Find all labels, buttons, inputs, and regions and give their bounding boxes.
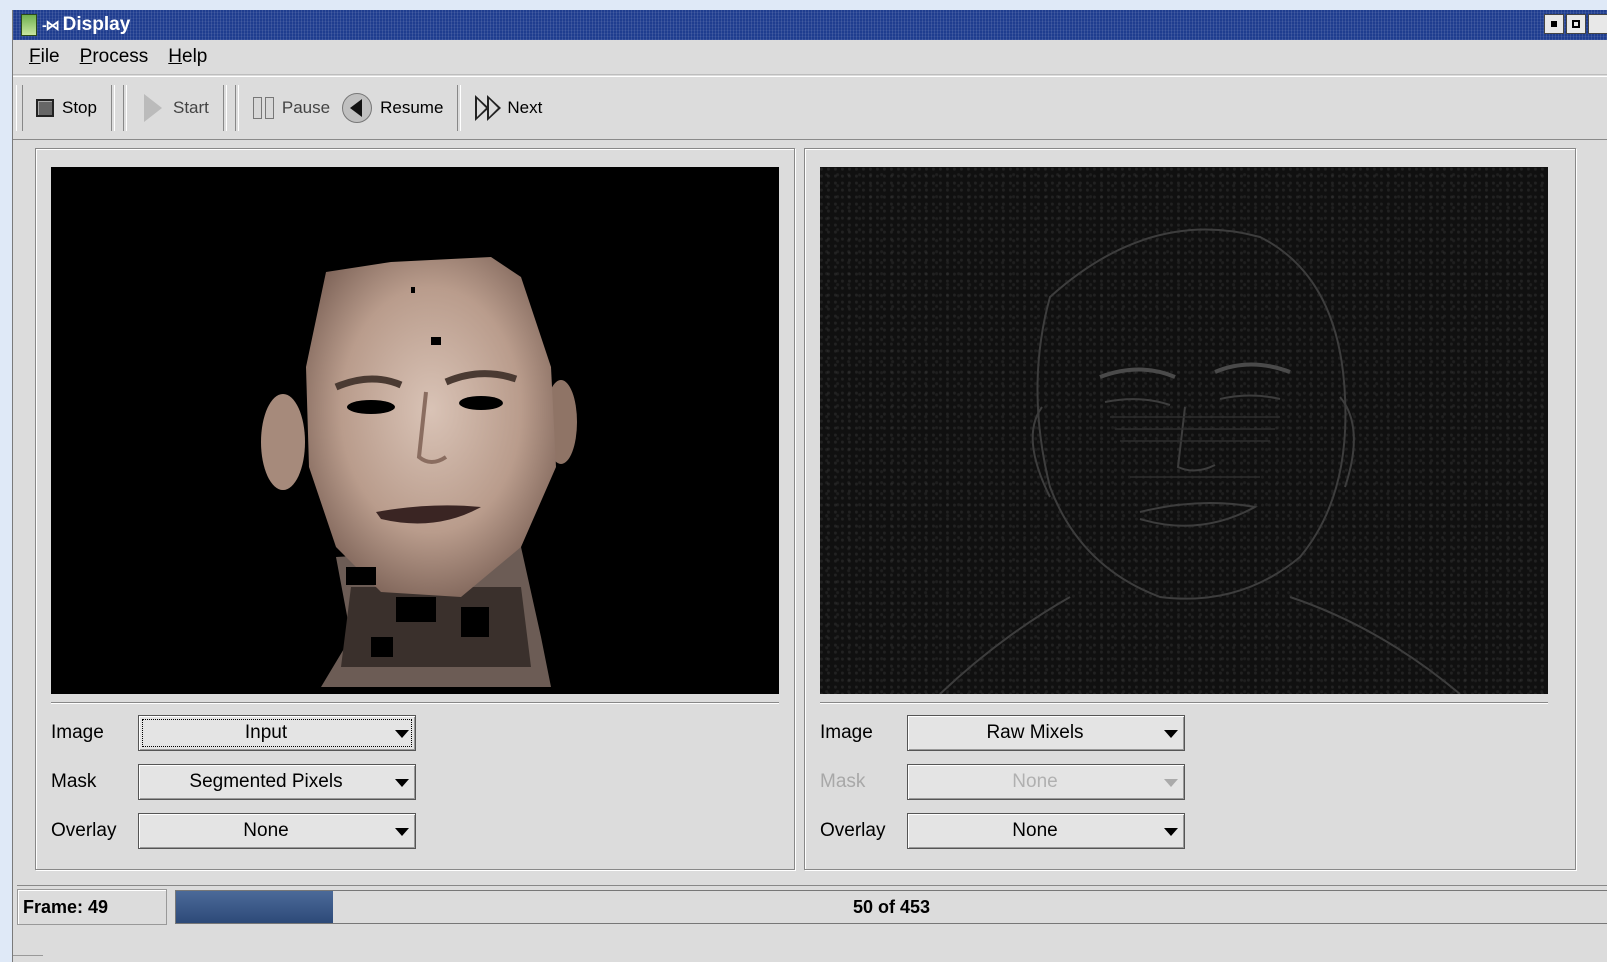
left-overlay-value: None	[243, 820, 289, 841]
segmented-face-image[interactable]	[51, 167, 779, 694]
toolbar-grip[interactable]	[16, 85, 23, 131]
pause-icon	[252, 97, 274, 119]
pause-label: Pause	[281, 98, 331, 117]
window-title: Display	[62, 14, 131, 35]
menu-help[interactable]: Help	[162, 46, 213, 68]
toolbar: Stop Start Pause Resume Next	[13, 76, 1607, 140]
right-image-label: Image	[820, 722, 873, 743]
play-icon	[141, 93, 165, 123]
progress-text: 50 of 453	[852, 896, 931, 917]
right-image-row: Image Raw Mixels	[820, 715, 1185, 751]
left-mask-value: Segmented Pixels	[189, 771, 343, 792]
panel-divider	[820, 702, 1548, 704]
right-overlay-select[interactable]: None	[907, 813, 1185, 849]
maximize-icon[interactable]	[1566, 14, 1586, 34]
right-mask-row: Mask None	[820, 764, 1185, 800]
stop-label: Stop	[62, 98, 97, 117]
left-image-value: Input	[142, 719, 412, 747]
toolbar-separator	[122, 85, 127, 131]
panel-divider	[51, 702, 779, 704]
menu-file-mnemonic: F	[29, 46, 41, 67]
left-mask-label: Mask	[51, 771, 97, 792]
resume-label: Resume	[380, 98, 444, 117]
left-mask-select[interactable]: Segmented Pixels	[138, 764, 416, 800]
right-overlay-row: Overlay None	[820, 813, 1185, 849]
right-mask-value: None	[1012, 771, 1058, 792]
edge-image-drawing	[939, 228, 1461, 694]
next-label: Next	[507, 98, 543, 117]
minimize-icon[interactable]	[1544, 14, 1564, 34]
pin-icon[interactable]: -⋈	[42, 17, 60, 34]
right-overlay-label: Overlay	[820, 820, 886, 841]
resize-handle[interactable]	[13, 955, 43, 962]
start-label: Start	[172, 98, 209, 117]
right-image-select[interactable]: Raw Mixels	[907, 715, 1185, 751]
toolbar-separator	[457, 85, 462, 131]
toolbar-separator	[234, 85, 239, 131]
right-image-value: Raw Mixels	[986, 722, 1084, 743]
toolbar-separator	[222, 85, 227, 131]
chevron-down-icon	[1164, 779, 1178, 787]
chevron-down-icon	[395, 828, 409, 836]
left-image-row: Image Input	[51, 715, 416, 751]
right-view-panel: Image Raw Mixels Mask None Overlay None	[804, 148, 1576, 870]
raw-mixels-image[interactable]	[820, 167, 1548, 694]
chevron-down-icon	[395, 730, 409, 738]
rewind-icon	[342, 93, 373, 123]
menu-bar: File Process Help	[13, 40, 1607, 75]
next-button[interactable]: Next	[465, 85, 552, 131]
right-overlay-value: None	[1012, 820, 1058, 841]
fast-forward-icon	[475, 95, 502, 121]
chevron-down-icon	[1164, 730, 1178, 738]
menu-help-label: elp	[182, 46, 208, 67]
left-view-panel: Image Input Mask Segmented Pixels Overla…	[35, 148, 795, 870]
right-mask-label: Mask	[820, 771, 866, 792]
frame-counter: Frame: 49	[17, 889, 167, 925]
chevron-down-icon	[395, 779, 409, 787]
stop-icon	[36, 99, 54, 117]
frame-progress-bar[interactable]: 50 of 453	[175, 890, 1607, 924]
close-icon[interactable]	[1588, 14, 1607, 34]
title-bar[interactable]: -⋈ Display	[13, 10, 1607, 40]
display-window: -⋈ Display File Process Help Stop Start …	[12, 10, 1607, 962]
menu-process-label: rocess	[92, 46, 149, 67]
right-mask-select[interactable]: None	[907, 764, 1185, 800]
menu-process-mnemonic: P	[79, 46, 93, 67]
left-mask-row: Mask Segmented Pixels	[51, 764, 416, 800]
menu-file[interactable]: File	[23, 46, 66, 68]
menu-file-label: ile	[40, 46, 60, 67]
resume-button[interactable]: Resume	[340, 85, 453, 131]
stop-button[interactable]: Stop	[26, 85, 107, 131]
face-image-drawing	[261, 257, 577, 687]
menu-process[interactable]: Process	[74, 46, 155, 68]
left-overlay-label: Overlay	[51, 820, 117, 841]
app-icon[interactable]	[21, 14, 37, 36]
window-controls	[1544, 14, 1607, 34]
menu-help-mnemonic: H	[168, 46, 183, 67]
toolbar-separator	[110, 85, 115, 131]
chevron-down-icon	[1164, 828, 1178, 836]
status-bar: Frame: 49 50 of 453	[17, 885, 1607, 928]
left-overlay-row: Overlay None	[51, 813, 416, 849]
left-image-select[interactable]: Input	[138, 715, 416, 751]
start-button[interactable]: Start	[131, 85, 219, 131]
pause-button[interactable]: Pause	[243, 85, 340, 131]
left-image-label: Image	[51, 722, 104, 743]
left-overlay-select[interactable]: None	[138, 813, 416, 849]
